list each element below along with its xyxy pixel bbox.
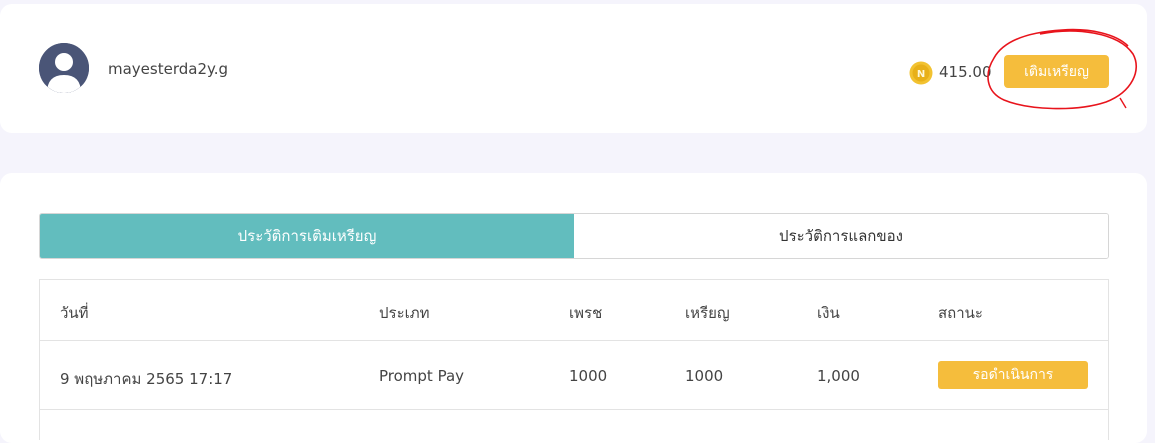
coin-icon-letter: N xyxy=(917,69,925,80)
table-header-row: วันที่ ประเภท เพรช เหรียญ เงิน สถานะ xyxy=(40,280,1108,341)
avatar xyxy=(39,43,89,93)
tab-topup-history[interactable]: ประวัติการเติมเหรียญ xyxy=(40,214,574,258)
cell-coins: 1000 xyxy=(685,367,724,385)
username: mayesterda2y.g xyxy=(108,60,229,78)
cell-date: 9 พฤษภาคม 2565 17:17 xyxy=(60,370,233,388)
header-coins: เหรียญ xyxy=(685,304,730,322)
history-table: วันที่ ประเภท เพรช เหรียญ เงิน สถานะ 9 พ… xyxy=(39,279,1109,440)
table-row: 9 พฤษภาคม 2565 17:17 Prompt Pay 1000 100… xyxy=(40,341,1108,410)
profile-card: mayesterda2y.g N 415.00 เติมเหรียญ xyxy=(0,4,1147,133)
tab-redeem-history[interactable]: ประวัติการแลกของ xyxy=(574,214,1108,258)
header-status: สถานะ xyxy=(938,304,983,322)
coin-icon: N xyxy=(909,61,933,85)
cell-type: Prompt Pay xyxy=(379,367,465,385)
cell-diamond: 1000 xyxy=(569,367,608,385)
header-money: เงิน xyxy=(817,304,840,322)
header-type: ประเภท xyxy=(379,304,430,322)
status-badge: รอดำเนินการ xyxy=(938,361,1088,389)
topup-coins-button[interactable]: เติมเหรียญ xyxy=(1004,55,1109,88)
header-date: วันที่ xyxy=(60,304,89,322)
coin-balance: 415.00 xyxy=(939,63,992,81)
history-tabs: ประวัติการเติมเหรียญ ประวัติการแลกของ xyxy=(39,213,1109,259)
cell-money: 1,000 xyxy=(817,367,860,385)
header-diamond: เพรช xyxy=(569,304,603,322)
